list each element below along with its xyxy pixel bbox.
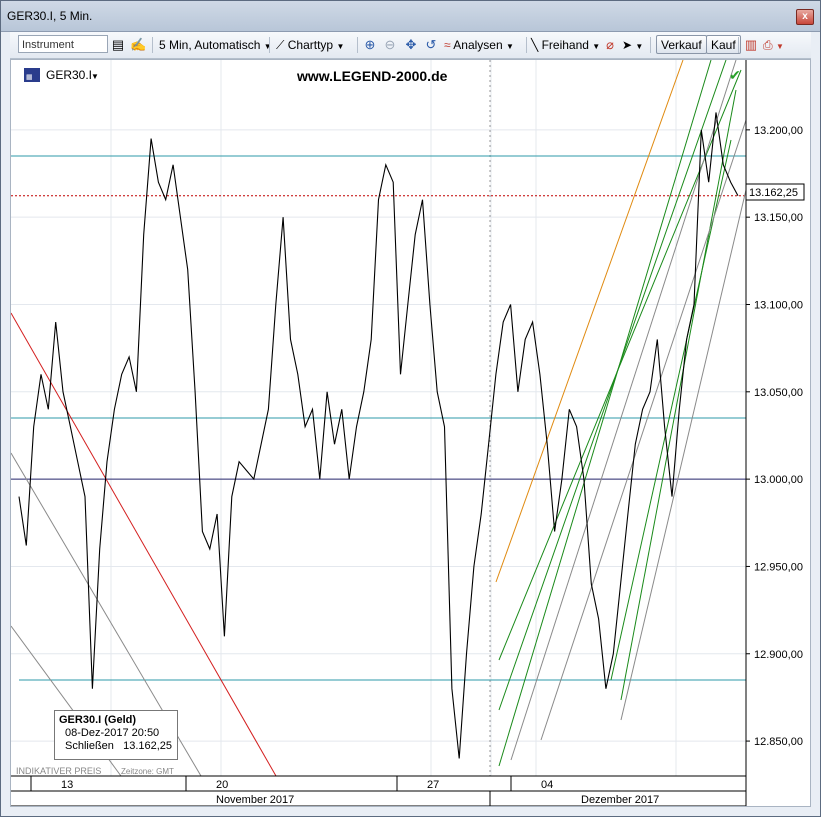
tooltip-close-value: 13.162,25 bbox=[123, 740, 173, 752]
x-tick-label: 20 bbox=[216, 779, 228, 791]
zoom-out-icon[interactable]: ⊖ bbox=[382, 35, 398, 55]
trend-line bbox=[620, 189, 747, 721]
analysen-dropdown[interactable]: ≈ Analysen ▼ bbox=[444, 35, 514, 55]
tooltip-datetime: 08-Dez-2017 20:50 bbox=[65, 727, 160, 739]
symbol-label[interactable]: GER30.I bbox=[46, 68, 92, 82]
trend-line bbox=[540, 119, 747, 741]
month-label: Dezember 2017 bbox=[581, 794, 659, 806]
price-series-line bbox=[18, 112, 739, 759]
y-tick-label: 12.950,00 bbox=[754, 561, 803, 573]
y-tick-label: 13.100,00 bbox=[754, 299, 803, 311]
toolbar-divider bbox=[357, 37, 358, 53]
refresh-icon[interactable]: ↺ bbox=[423, 35, 439, 55]
price-chart[interactable]: 13.200,00 13.150,00 13.100,00 13.050,00 13.0… bbox=[10, 59, 810, 807]
chevron-down-icon: ▼ bbox=[635, 42, 644, 51]
chevron-down-icon: ▼ bbox=[505, 42, 514, 51]
window-title: GER30.I, 5 Min. bbox=[7, 9, 93, 23]
indicative-price-label: INDIKATIVER PREIS bbox=[16, 766, 101, 776]
charttype-label: Charttyp bbox=[287, 38, 334, 52]
freihand-dropdown[interactable]: ╲ Freihand ▼ bbox=[531, 35, 600, 55]
tooltip-title: GER30.I (Geld) bbox=[59, 714, 137, 726]
chart-window-icon[interactable]: ▥ bbox=[743, 35, 759, 55]
month-label: November 2017 bbox=[216, 794, 294, 806]
toolbar-divider bbox=[526, 37, 527, 53]
x-tick-label: 04 bbox=[541, 779, 553, 791]
fit-icon[interactable]: ✥ bbox=[403, 35, 419, 55]
y-tick-label: 13.150,00 bbox=[754, 212, 803, 224]
chevron-down-icon: ▼ bbox=[263, 42, 272, 51]
x-tick-label: 27 bbox=[427, 779, 439, 791]
mode-label: Automatisch bbox=[194, 38, 261, 52]
y-tick-label: 13.050,00 bbox=[754, 387, 803, 399]
instrument-list-icon[interactable]: ▤ bbox=[110, 35, 126, 55]
axes: 13.200,00 13.150,00 13.100,00 13.050,00 13.0… bbox=[11, 60, 803, 807]
toolbar-divider bbox=[650, 37, 651, 53]
chevron-down-icon: ▼ bbox=[592, 42, 601, 51]
analysen-label: Analysen bbox=[453, 38, 503, 52]
toolbar-divider bbox=[269, 37, 270, 53]
interval-label: 5 Min, bbox=[159, 38, 192, 52]
tooltip-box: GER30.I (Geld) 08-Dez-2017 20:50 Schließ… bbox=[54, 710, 178, 760]
cursor-icon: ➤ bbox=[622, 38, 633, 52]
current-price-label: 13.162,25 bbox=[749, 187, 798, 199]
draw-line-icon: ╲ bbox=[531, 38, 539, 52]
tooltip-close-label: Schließen bbox=[65, 740, 114, 752]
chevron-down-icon: ▼ bbox=[775, 42, 784, 51]
trend-line bbox=[620, 89, 737, 701]
cursor-dropdown[interactable]: ➤ ▼ bbox=[622, 35, 643, 55]
symbol-icon-glyph: ▦ bbox=[26, 74, 33, 81]
analysis-icon: ≈ bbox=[444, 38, 451, 52]
trend-line bbox=[495, 59, 684, 583]
chart-window: GER30.I, 5 Min. x Instrument ▤ ✍ 5 Min, … bbox=[0, 0, 821, 817]
check-icon: ✔ bbox=[729, 67, 741, 83]
y-tick-label: 13.000,00 bbox=[754, 474, 803, 486]
chevron-down-icon: ▼ bbox=[336, 42, 345, 51]
interval-dropdown[interactable]: 5 Min, Automatisch ▼ bbox=[159, 35, 272, 55]
toolbar-divider bbox=[738, 37, 739, 53]
chevron-down-icon[interactable]: ▼ bbox=[91, 72, 99, 81]
chart-area[interactable]: 13.200,00 13.150,00 13.100,00 13.050,00 13.0… bbox=[10, 59, 811, 807]
watermark-url: www.LEGEND-2000.de bbox=[296, 68, 448, 84]
print-dropdown[interactable]: ⎙ ▼ bbox=[763, 35, 784, 55]
title-bar: GER30.I, 5 Min. x bbox=[1, 1, 820, 32]
y-tick-label: 12.850,00 bbox=[754, 736, 803, 748]
y-tick-label: 13.200,00 bbox=[754, 125, 803, 137]
x-tick-label: 13 bbox=[61, 779, 73, 791]
eraser-icon[interactable]: ⌀ bbox=[602, 35, 618, 55]
trend-line bbox=[498, 59, 727, 711]
chart-toolbar: Instrument ▤ ✍ 5 Min, Automatisch ▼ ⟋ Ch… bbox=[10, 32, 811, 59]
zoom-in-icon[interactable]: ⊕ bbox=[362, 35, 378, 55]
toolbar-divider bbox=[152, 37, 153, 53]
y-tick-label: 12.900,00 bbox=[754, 649, 803, 661]
trend-line bbox=[510, 59, 737, 761]
horizontal-lines bbox=[11, 155, 746, 681]
indicator-icon[interactable]: ✍ bbox=[130, 35, 146, 55]
sell-button[interactable]: Verkauf bbox=[656, 35, 707, 54]
freihand-label: Freihand bbox=[541, 38, 589, 52]
instrument-input[interactable]: Instrument bbox=[18, 35, 108, 53]
timezone-label: Zeitzone: GMT bbox=[121, 767, 174, 776]
close-button[interactable]: x bbox=[796, 9, 814, 25]
buy-button[interactable]: Kauf bbox=[706, 35, 741, 54]
line-chart-icon: ⟋ bbox=[276, 38, 285, 52]
print-icon: ⎙ bbox=[763, 38, 773, 52]
charttype-dropdown[interactable]: ⟋ Charttyp ▼ bbox=[276, 35, 344, 55]
